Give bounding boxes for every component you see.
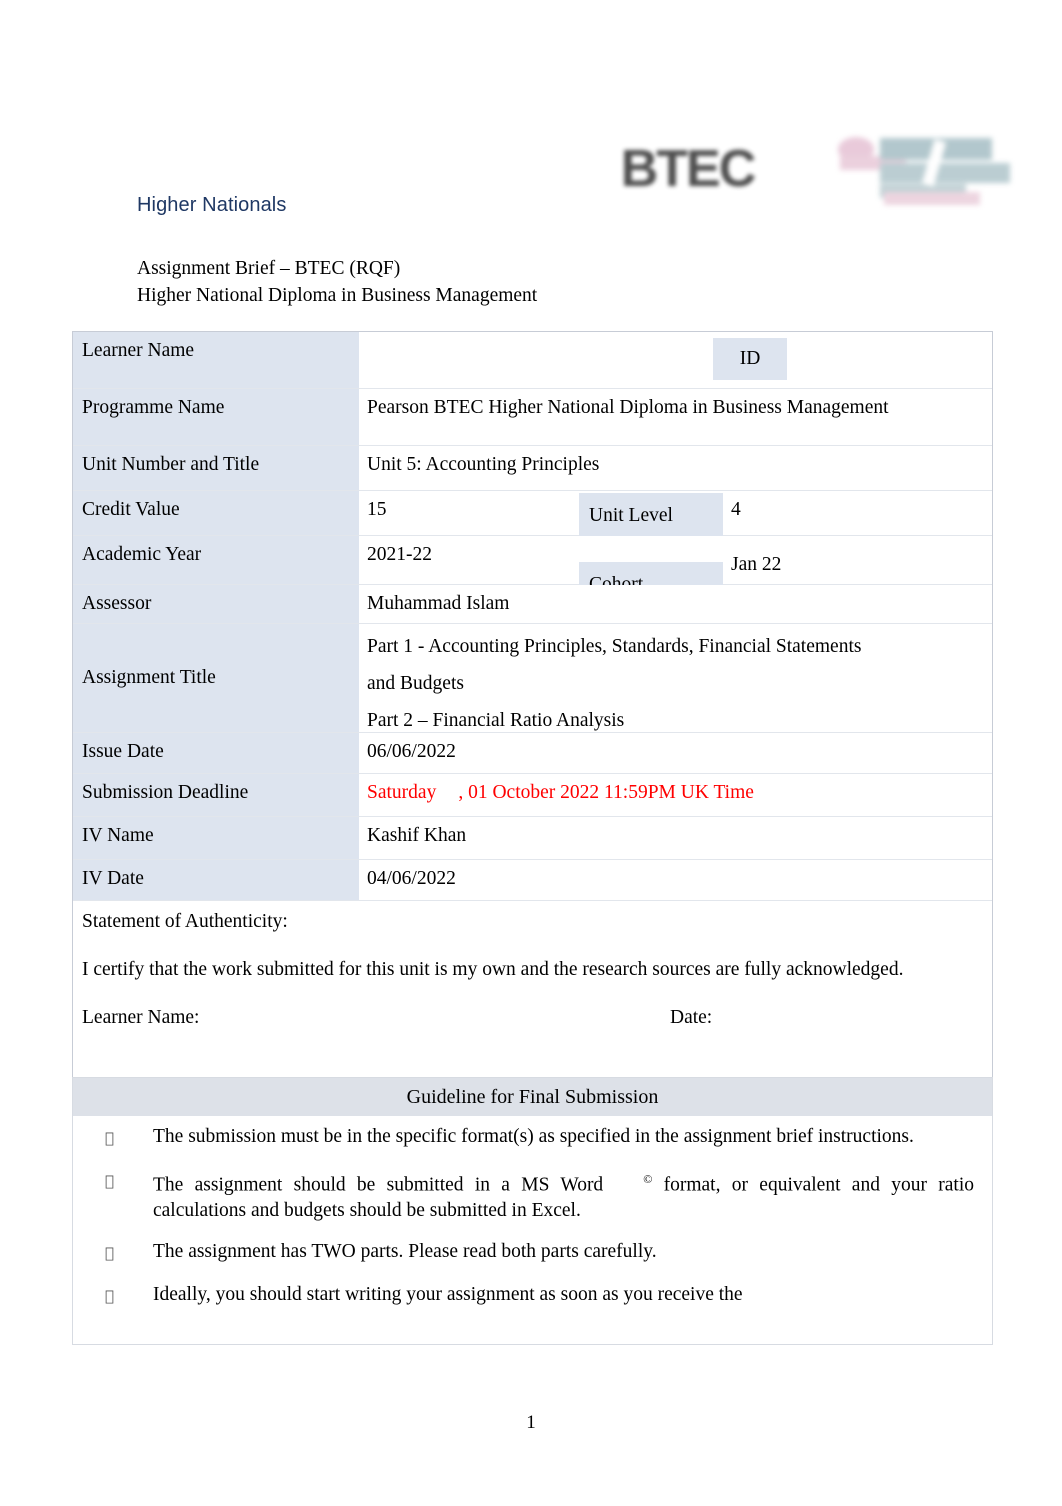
guideline-bullet-list:  The submission must be in the specific… <box>73 1116 992 1309</box>
unit-level-value: 4 <box>731 499 741 520</box>
college-logo-shape <box>880 163 1010 183</box>
academic-year-label: Academic Year <box>73 536 359 584</box>
iv-name-label: IV Name <box>73 817 359 859</box>
list-item:  Ideally, you should start writing your… <box>105 1282 974 1309</box>
assessor-value: Muhammad Islam <box>359 585 992 623</box>
header-logos: BTEC <box>600 130 1010 210</box>
statement-of-authenticity: Statement of Authenticity: I certify tha… <box>73 901 992 1081</box>
learner-name-label: Learner Name <box>73 332 359 388</box>
bullet-marker-icon:  <box>105 1239 153 1266</box>
learner-name-input[interactable] <box>359 342 707 376</box>
submission-deadline-day: Saturday <box>367 782 437 803</box>
table-row-credit-value: Credit Value 15 Unit Level 4 <box>73 491 992 539</box>
list-item-text: The assignment should be submitted in a … <box>153 1167 974 1223</box>
assignment-title-value-cell: Part 1 - Accounting Principles, Standard… <box>359 624 992 732</box>
authenticity-learner-name-label: Learner Name: <box>82 1007 200 1028</box>
bullet-marker-icon:  <box>105 1124 153 1151</box>
assignment-brief-line: Assignment Brief – BTEC (RQF) <box>137 258 401 279</box>
unit-number-value: Unit 5: Accounting Principles <box>359 446 992 490</box>
list-item-text: The assignment has TWO parts. Please rea… <box>153 1238 657 1262</box>
unit-level-label: Unit Level <box>579 493 723 539</box>
authenticity-body: I certify that the work submitted for th… <box>82 959 904 980</box>
academic-year-value: 2021-22 <box>367 544 432 565</box>
qualification-line: Higher National Diploma in Business Mana… <box>137 285 538 306</box>
assignment-title-label: Assignment Title <box>73 624 359 732</box>
guideline-panel: Guideline for Final Submission  The sub… <box>72 1077 993 1345</box>
table-row-submission-deadline: Submission Deadline Saturday , 01 October… <box>73 774 992 817</box>
copyright-superscript: © <box>643 1170 653 1186</box>
page-number: 1 <box>526 1412 536 1433</box>
bullet-marker-icon:  <box>105 1167 153 1223</box>
programme-name-label: Programme Name <box>73 389 359 445</box>
college-logo-shape <box>884 192 980 205</box>
table-row-assignment-title: Assignment Title Part 1 - Accounting Pri… <box>73 624 992 733</box>
table-row-assessor: Assessor Muhammad Islam <box>73 585 992 624</box>
document-subtitle: Assignment Brief – BTEC (RQF) Higher Nat… <box>137 255 537 309</box>
iv-date-value: 04/06/2022 <box>359 860 992 900</box>
assignment-title-line-1: Part 1 - Accounting Principles, Standard… <box>367 636 862 657</box>
assessor-label: Assessor <box>73 585 359 623</box>
higher-nationals-heading: Higher Nationals <box>137 194 287 216</box>
submission-deadline-label: Submission Deadline <box>73 774 359 816</box>
credit-value-cell: 15 Unit Level 4 <box>359 491 992 539</box>
list-item-text: Ideally, you should start writing your a… <box>153 1279 743 1305</box>
credit-value-label: Credit Value <box>73 491 359 535</box>
iv-name-value: Kashif Khan <box>359 817 992 859</box>
assignment-title-line-2: and Budgets <box>367 673 464 694</box>
table-row-unit-number: Unit Number and Title Unit 5: Accounting… <box>73 446 992 491</box>
list-item:  The assignment should be submitted in … <box>105 1167 974 1223</box>
authenticity-heading: Statement of Authenticity: <box>82 911 288 932</box>
academic-year-cell: 2021-22 Cohort Jan 22 <box>359 536 992 608</box>
list-item:  The submission must be in the specific… <box>105 1124 974 1151</box>
authenticity-signature-row: Learner Name: Date: <box>82 1005 980 1031</box>
table-row-iv-name: IV Name Kashif Khan <box>73 817 992 860</box>
bullet-marker-icon:  <box>105 1282 153 1309</box>
table-row-academic-year: Academic Year 2021-22 Cohort Jan 22 <box>73 536 992 608</box>
btec-logo: BTEC <box>620 140 757 198</box>
table-row-learner-name: Learner Name ID <box>73 332 992 389</box>
guideline-title: Guideline for Final Submission <box>73 1078 992 1116</box>
college-logo <box>832 130 1010 210</box>
iv-date-label: IV Date <box>73 860 359 900</box>
table-row-issue-date: Issue Date 06/06/2022 <box>73 733 992 774</box>
authenticity-date-label: Date: <box>670 1007 713 1028</box>
issue-date-value: 06/06/2022 <box>359 733 992 773</box>
assignment-info-table: Learner Name ID Programme Name Pearson B… <box>72 331 993 1082</box>
learner-name-value-cell[interactable]: ID <box>359 332 992 388</box>
list-item:  The assignment has TWO parts. Please r… <box>105 1239 974 1266</box>
list-item-text-part1: The assignment should be submitted in a … <box>153 1172 604 1196</box>
table-row-iv-date: IV Date 04/06/2022 <box>73 860 992 901</box>
submission-deadline-value-cell: Saturday , 01 October 2022 11:59PM UK Tim… <box>359 774 992 816</box>
issue-date-label: Issue Date <box>73 733 359 773</box>
cohort-value: Jan 22 <box>731 554 782 575</box>
table-row-programme-name: Programme Name Pearson BTEC Higher Natio… <box>73 389 992 446</box>
submission-deadline-rest: , 01 October 2022 11:59PM UK Time <box>458 782 754 803</box>
table-row-statement-of-authenticity: Statement of Authenticity: I certify tha… <box>73 901 992 1081</box>
unit-number-label: Unit Number and Title <box>73 446 359 490</box>
credit-value-value: 15 <box>367 499 387 520</box>
programme-name-value: Pearson BTEC Higher National Diploma in … <box>359 389 992 445</box>
id-label: ID <box>713 338 787 380</box>
list-item-text: The submission must be in the specific f… <box>153 1126 914 1147</box>
